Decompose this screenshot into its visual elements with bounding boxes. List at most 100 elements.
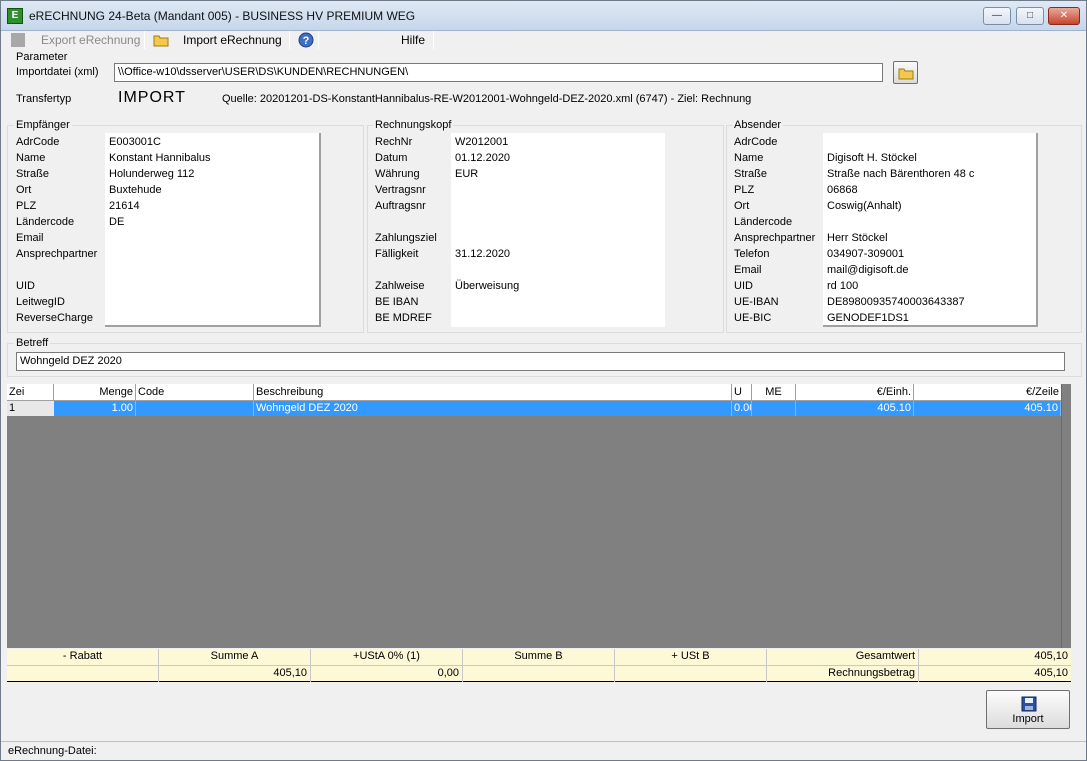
total-header-rabatt: - Rabatt <box>7 649 159 665</box>
absender-field-value[interactable]: Digisoft H. Stöckel <box>827 152 917 164</box>
col-header-me[interactable]: ME <box>752 384 796 401</box>
import-button[interactable]: Import <box>986 690 1070 729</box>
toolbar-separator <box>144 31 145 49</box>
rechnungskopf-field-label: Fälligkeit <box>375 248 419 260</box>
absender-field-value[interactable]: Coswig(Anhalt) <box>827 200 902 212</box>
maximize-button[interactable]: □ <box>1016 7 1044 25</box>
cell-code[interactable] <box>136 401 254 416</box>
absender-field-label: UE-IBAN <box>734 296 779 308</box>
rechnungskopf-field-value[interactable]: EUR <box>455 168 478 180</box>
absender-field-label: Straße <box>734 168 768 180</box>
total-header-usta: +UStA 0% (1) <box>311 649 463 665</box>
absender-field-value[interactable]: DE89800935740003643387 <box>827 296 965 308</box>
empfaenger-field-label: PLZ <box>16 200 37 212</box>
col-header-einh[interactable]: €/Einh. <box>796 384 914 401</box>
total-header-summe-a: Summe A <box>159 649 311 665</box>
grid-scrollbar[interactable] <box>1061 384 1071 648</box>
absender-field-label: AdrCode <box>734 136 778 148</box>
total-value-rabatt <box>7 666 159 682</box>
rechnungskopf-field-value[interactable]: W2012001 <box>455 136 508 148</box>
toolbar-separator <box>318 31 319 49</box>
betreff-legend: Betreff <box>14 337 51 349</box>
empfaenger-field-value[interactable]: Buxtehude <box>109 184 162 196</box>
import-button-label: Import <box>1012 713 1044 725</box>
col-header-zei[interactable]: Zei <box>7 384 54 401</box>
cell-einh[interactable]: 405.10 <box>796 401 914 416</box>
window-title: eRECHNUNG 24-Beta (Mandant 005) - BUSINE… <box>29 9 416 23</box>
cell-me[interactable] <box>752 401 796 416</box>
absender-field-label: Ort <box>734 200 750 212</box>
empfaenger-field-value[interactable]: 21614 <box>109 200 140 212</box>
total-value-summe-b <box>463 666 615 682</box>
folder-icon <box>153 35 169 47</box>
minimize-button[interactable]: — <box>983 7 1011 25</box>
total-rechnungsbetrag-value: 405,10 <box>1034 667 1068 679</box>
export-icon <box>11 33 25 47</box>
col-header-u[interactable]: U <box>732 384 752 401</box>
col-header-menge[interactable]: Menge <box>54 384 136 401</box>
rechnungskopf-field-label: Auftragsnr <box>375 200 426 212</box>
rechnungskopf-field-label: Datum <box>375 152 408 164</box>
col-header-zeile[interactable]: €/Zeile <box>914 384 1061 401</box>
absender-field-value[interactable]: Straße nach Bärenthoren 48 c <box>827 168 974 180</box>
empfaenger-field-label: Straße <box>16 168 50 180</box>
empfaenger-field-label: AdrCode <box>16 136 60 148</box>
empfaenger-field-value[interactable]: E003001C <box>109 136 161 148</box>
rechnungskopf-field-value[interactable]: Überweisung <box>455 280 519 292</box>
rechnungskopf-field-value[interactable]: 01.12.2020 <box>455 152 510 164</box>
help-icon[interactable]: ? <box>298 32 314 48</box>
absender-field-label: Name <box>734 152 764 164</box>
table-row[interactable]: 1 1.00 Wohngeld DEZ 2020 0.00 405.10 405… <box>7 401 1061 416</box>
empfaenger-field-label: Email <box>16 232 44 244</box>
empfaenger-field-label: Ansprechpartner <box>16 248 98 260</box>
title-bar: E eRECHNUNG 24-Beta (Mandant 005) - BUSI… <box>1 1 1086 31</box>
folder-icon <box>898 68 914 80</box>
empfaenger-field-value[interactable]: DE <box>109 216 124 228</box>
rechnungskopf-field-value[interactable]: 31.12.2020 <box>455 248 510 260</box>
absender-field-label: UID <box>734 280 753 292</box>
cell-menge[interactable]: 1.00 <box>54 401 136 416</box>
grid-header: Zei Menge Code Beschreibung U ME €/Einh.… <box>7 384 1061 401</box>
total-value-summe-a: 405,10 <box>159 666 311 682</box>
transfer-type-value: IMPORT <box>118 89 186 106</box>
browse-folder-button[interactable] <box>893 61 918 84</box>
totals-bar: - Rabatt Summe A +UStA 0% (1) Summe B + … <box>7 649 1071 682</box>
absender-field-label: Telefon <box>734 248 770 260</box>
rechnungskopf-legend: Rechnungskopf <box>373 119 454 131</box>
absender-field-label: Email <box>734 264 762 276</box>
absender-field-value[interactable]: 034907-309001 <box>827 248 904 260</box>
cell-beschreibung[interactable]: Wohngeld DEZ 2020 <box>254 401 732 416</box>
cell-u[interactable]: 0.00 <box>732 401 752 416</box>
empfaenger-field-value[interactable]: Konstant Hannibalus <box>109 152 211 164</box>
total-header-summe-b: Summe B <box>463 649 615 665</box>
import-file-input[interactable]: \\Office-w10\dsserver\USER\DS\KUNDEN\REC… <box>114 63 883 82</box>
empfaenger-field-label: ReverseCharge <box>16 312 94 324</box>
save-disk-icon <box>1021 696 1037 712</box>
col-header-code[interactable]: Code <box>136 384 254 401</box>
cell-zei[interactable]: 1 <box>7 401 54 416</box>
total-value-usta: 0,00 <box>311 666 463 682</box>
absender-field-label: PLZ <box>734 184 755 196</box>
import-file-label: Importdatei (xml) <box>16 66 99 78</box>
cell-zeile[interactable]: 405.10 <box>914 401 1061 416</box>
help-menu[interactable]: Hilfe <box>401 32 425 48</box>
absender-field-value[interactable]: mail@digisoft.de <box>827 264 908 276</box>
empfaenger-field-value[interactable]: Holunderweg 112 <box>109 168 194 180</box>
app-window: E eRECHNUNG 24-Beta (Mandant 005) - BUSI… <box>0 0 1087 761</box>
empfaenger-field-label: LeitwegID <box>16 296 65 308</box>
export-erechnung-button[interactable]: Export eRechnung <box>41 32 140 48</box>
betreff-input[interactable]: Wohngeld DEZ 2020 <box>16 352 1065 371</box>
close-button[interactable]: ✕ <box>1048 7 1080 25</box>
rechnungskopf-field-label: Zahlweise <box>375 280 425 292</box>
rechnungskopf-field-label: RechNr <box>375 136 413 148</box>
absender-field-value[interactable]: 06868 <box>827 184 858 196</box>
transfer-type-label: Transfertyp <box>16 93 72 105</box>
app-logo-icon: E <box>7 8 23 24</box>
col-header-beschreibung[interactable]: Beschreibung <box>254 384 732 401</box>
rechnungskopf-field-label: Währung <box>375 168 420 180</box>
absender-field-value[interactable]: Herr Stöckel <box>827 232 888 244</box>
import-erechnung-button[interactable]: Import eRechnung <box>183 32 282 48</box>
absender-field-value[interactable]: rd 100 <box>827 280 858 292</box>
absender-field-label: UE-BIC <box>734 312 772 324</box>
absender-field-value[interactable]: GENODEF1DS1 <box>827 312 909 324</box>
